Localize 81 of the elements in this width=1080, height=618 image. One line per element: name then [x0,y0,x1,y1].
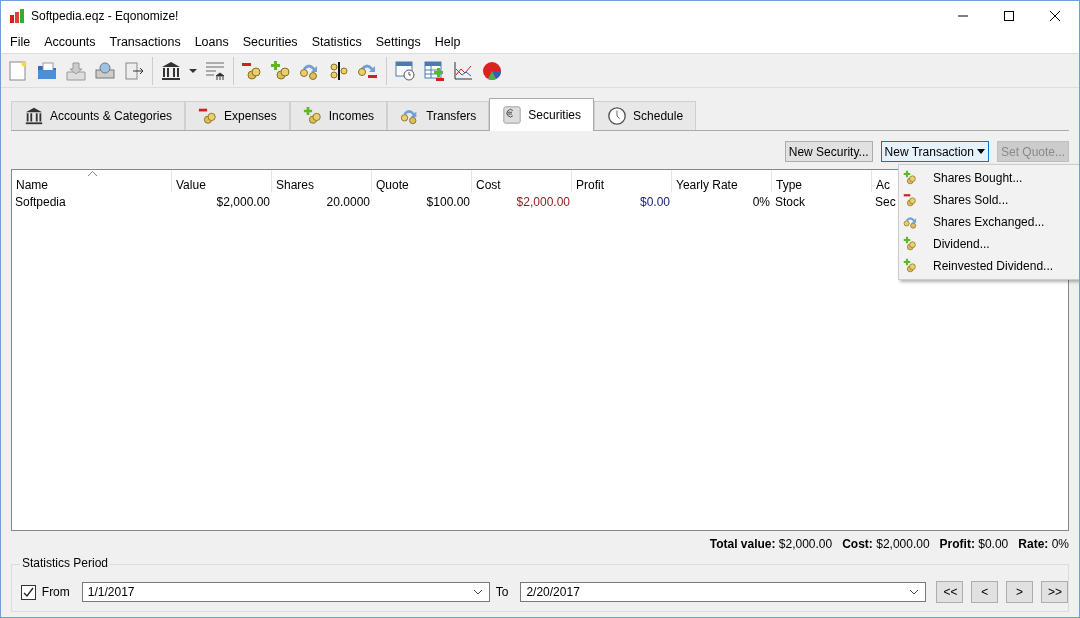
column-header[interactable]: Ac [876,178,890,192]
coins-plus-icon [903,258,919,274]
group-title: Statistics Period [20,556,111,570]
column-header[interactable]: Cost [476,178,501,192]
column-header[interactable]: Profit [576,178,604,192]
table-cell: $100.00 [426,195,470,209]
menu-item[interactable]: File [3,35,38,49]
table-cell: 0% [752,195,770,209]
field-label: To [495,585,509,599]
list-bank-icon[interactable] [204,59,226,82]
coins-minus-icon [903,192,919,208]
summary-text: Rate: 0% [1018,537,1069,553]
column-header[interactable]: Yearly Rate [676,178,738,192]
clock-icon [607,106,628,126]
table-add-icon[interactable] [423,59,445,82]
menu-item[interactable]: Dividend... [899,233,1079,255]
close-icon[interactable] [1049,10,1061,22]
chevron-down-icon [909,589,920,595]
summary-text: Cost: $2,000.00 [842,537,930,553]
menu-item[interactable]: Securities [235,35,305,49]
printer-icon[interactable] [94,59,116,82]
line-chart-icon[interactable] [452,59,474,82]
tab[interactable]: Incomes [289,101,388,130]
export-icon[interactable] [123,59,145,82]
table-cell: Softpedia [15,195,66,209]
table-cell: Stock [775,195,805,209]
column-header[interactable]: Shares [276,178,315,192]
coins-arrow-icon [903,214,919,230]
table-cell: 20.0000 [326,195,370,209]
app-icon [9,8,25,24]
tab[interactable]: Securities [489,98,595,131]
schedule-table-icon[interactable] [394,59,416,82]
checkbox-label: From [41,585,70,599]
table-cell: $2,000.00 [216,195,270,209]
table-cell: $2,000.00 [516,195,570,209]
coins-plus-icon [302,106,323,126]
column-header[interactable]: Quote [376,178,409,192]
coins-plus-icon [903,170,919,186]
date-field[interactable]: 2/20/2017 [520,582,927,602]
table-cell: $0.00 [639,195,670,209]
currency-icon [502,104,523,125]
menu-item[interactable]: Shares Bought... [899,167,1079,189]
chevron-down-icon [472,589,483,595]
folder-icon[interactable] [36,59,58,82]
menu-item[interactable]: Statistics [304,35,369,49]
menu-item[interactable]: Loans [187,35,236,49]
tab[interactable]: Accounts & Categories [11,101,186,130]
menu-item[interactable]: Reinvested Dividend... [899,255,1079,277]
nav-button[interactable]: < [971,581,999,603]
pie-chart-icon[interactable] [481,59,503,82]
coins-minus-icon [198,106,219,126]
bank-icon [24,106,44,126]
nav-button[interactable]: >> [1041,581,1068,603]
menu-item[interactable]: Transactions [102,35,188,49]
column-header[interactable]: Name [16,178,48,192]
menu-item[interactable]: Accounts [37,35,103,49]
caret-icon [976,149,985,154]
income-icon[interactable] [270,59,292,82]
nav-button[interactable]: << [936,581,964,603]
tab[interactable]: Schedule [594,101,697,130]
bank-icon[interactable] [160,59,182,82]
column-header[interactable]: Type [776,178,802,192]
dropdown-button[interactable]: New Transaction [880,141,989,162]
summary-text: Profit: $0.00 [939,537,1009,553]
tab[interactable]: Expenses [185,101,290,130]
column-header[interactable]: Value [176,178,206,192]
menu-item[interactable]: Settings [368,35,428,49]
window-title: Softpedia.eqz - Eqonomize! [31,9,179,23]
table-cell: Sec [875,195,896,209]
date-field[interactable]: 1/1/2017 [81,582,490,602]
menu-item[interactable]: Shares Sold... [899,189,1079,211]
tab[interactable]: Transfers [387,101,490,130]
maximize-icon[interactable] [1003,10,1015,22]
split-icon[interactable] [328,59,350,82]
coins-plus-icon [903,236,919,252]
checkbox[interactable] [21,584,36,600]
menu-item[interactable]: Help [427,35,468,49]
action-button[interactable]: New Security... [784,141,873,162]
nav-button[interactable]: > [1006,581,1033,603]
summary-text: Total value: $2,000.00 [709,537,833,553]
menu-item[interactable]: Shares Exchanged... [899,211,1079,233]
